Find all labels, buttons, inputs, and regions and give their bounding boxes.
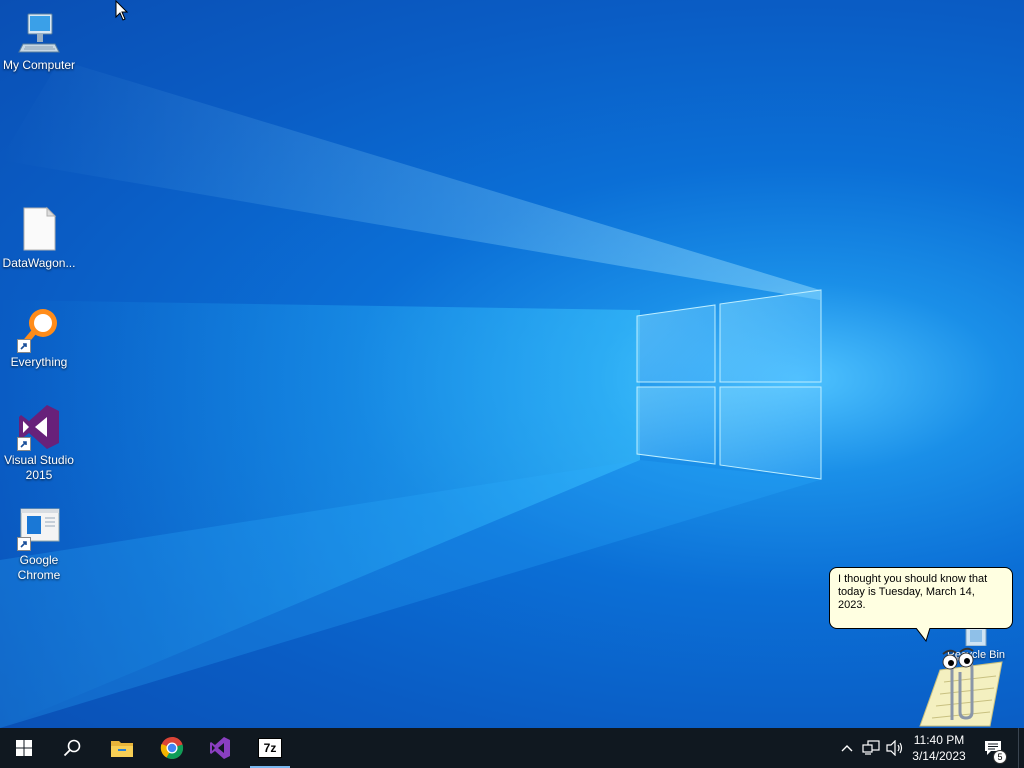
chevron-up-icon (841, 745, 853, 752)
shortcut-arrow-icon (17, 537, 31, 551)
network-icon (862, 740, 880, 755)
file-icon (15, 206, 63, 254)
desktop-icon-label: Visual Studio 2015 (4, 453, 74, 482)
7zip-icon: 7z (258, 738, 282, 758)
notification-count-badge: 5 (993, 750, 1007, 764)
show-hidden-icons-button[interactable] (838, 728, 856, 768)
visual-studio-icon (15, 403, 63, 451)
taskbar-7zip[interactable]: 7z (246, 728, 294, 768)
shortcut-arrow-icon (17, 437, 31, 451)
shortcut-arrow-icon (17, 339, 31, 353)
search-icon (63, 739, 81, 757)
balloon-tail (916, 628, 931, 642)
desktop-icon-label: DataWagon... (2, 256, 76, 270)
chrome-shortcut-icon (15, 503, 63, 551)
desktop-icon-label: Google Chrome (17, 553, 61, 582)
taskbar-visual-studio[interactable] (196, 728, 244, 768)
taskbar-chrome[interactable] (148, 728, 196, 768)
start-button[interactable] (0, 728, 48, 768)
desktop-icon-visual-studio[interactable]: Visual Studio 2015 (0, 403, 78, 483)
show-desktop-button[interactable] (1018, 728, 1024, 768)
network-button[interactable] (860, 728, 882, 768)
taskbar: 7z 11:40 PM 3/14/2023 (0, 728, 1024, 768)
desktop-icon-google-chrome[interactable]: Google Chrome (0, 503, 78, 583)
clock-date: 3/14/2023 (912, 749, 966, 763)
volume-button[interactable] (884, 728, 906, 768)
desktop-icon-label: Everything (10, 355, 68, 369)
file-explorer-icon (111, 741, 133, 757)
start-icon (16, 740, 32, 756)
chrome-icon (160, 736, 184, 760)
visual-studio-icon (210, 737, 230, 759)
desktop-icon-datawagon[interactable]: DataWagon... (0, 206, 78, 271)
clippy-message: I thought you should know that today is … (838, 573, 988, 611)
desktop[interactable]: My Computer DataWagon... Everything Visu… (0, 0, 1024, 728)
clock-time: 11:40 PM (913, 733, 965, 747)
taskbar-file-explorer[interactable] (98, 728, 146, 768)
taskbar-clock[interactable]: 11:40 PM 3/14/2023 (908, 732, 970, 764)
search-button[interactable] (48, 728, 96, 768)
clippy-assistant[interactable] (910, 642, 1006, 728)
7zip-label: 7z (263, 741, 277, 755)
desktop-icon-everything[interactable]: Everything (0, 305, 78, 370)
mouse-cursor-icon (115, 0, 129, 21)
speaker-icon (886, 740, 903, 756)
desktop-icon-my-computer[interactable]: My Computer (0, 8, 78, 73)
computer-icon (15, 8, 63, 56)
everything-search-icon (15, 305, 63, 353)
clippy-speech-balloon[interactable]: I thought you should know that today is … (829, 567, 1013, 629)
desktop-icon-label: My Computer (2, 58, 76, 72)
